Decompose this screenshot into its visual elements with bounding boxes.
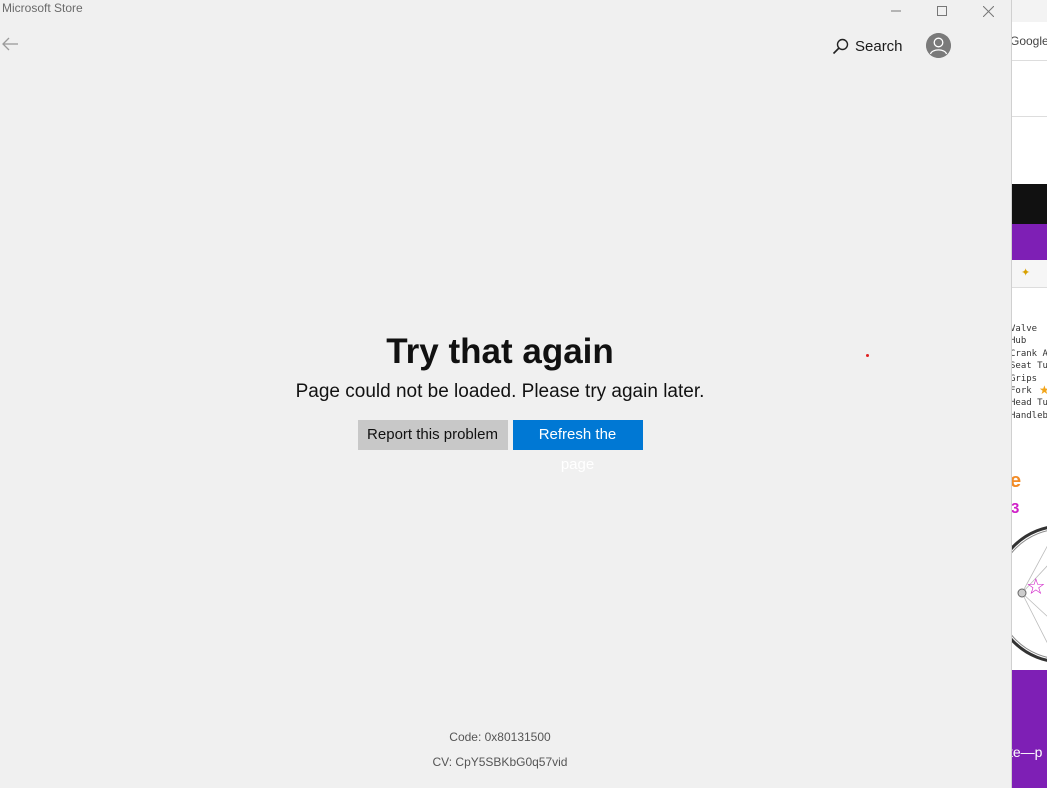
bg-star-icon: ✦ bbox=[1021, 267, 1031, 279]
bg-divider bbox=[1012, 60, 1047, 61]
error-panel: Try that again Page could not be loaded.… bbox=[0, 330, 1000, 473]
store-window: Microsoft Store Search Try that again Pa… bbox=[0, 0, 1011, 788]
minimize-icon bbox=[891, 10, 901, 12]
bg-magenta-star-icon: ☆ bbox=[1026, 574, 1046, 599]
refresh-page-button[interactable]: Refresh the page bbox=[512, 420, 643, 473]
app-title: Microsoft Store bbox=[2, 1, 83, 15]
title-bar[interactable]: Microsoft Store bbox=[0, 0, 1011, 22]
correlation-vector: CV: CpY5SBKbG0q57vid bbox=[432, 755, 568, 769]
bg-title-strip bbox=[1012, 0, 1047, 22]
bg-parts-list: Valve Hub Crank A Seat Tu Grips Fork Hea… bbox=[1011, 324, 1047, 421]
bg-divider-2 bbox=[1012, 116, 1047, 117]
error-actions: Report this problem Refresh the page bbox=[0, 420, 1000, 473]
close-icon bbox=[982, 5, 994, 17]
maximize-button[interactable] bbox=[919, 0, 965, 22]
arrow-left-icon bbox=[2, 37, 18, 51]
error-code: Code: 0x80131500 bbox=[449, 730, 551, 744]
bg-purple-bar bbox=[1012, 224, 1047, 260]
minimize-button[interactable] bbox=[873, 0, 919, 22]
bg-orange-glyph: e bbox=[1011, 470, 1022, 492]
error-title: Try that again bbox=[386, 332, 614, 371]
bg-orange-star-icon: ★ bbox=[1039, 383, 1047, 397]
bg-footer-text: te—p bbox=[1011, 744, 1043, 760]
bg-purple-footer bbox=[1012, 670, 1047, 788]
back-button[interactable] bbox=[0, 34, 20, 54]
background-browser-window[interactable]: Google ✦ Valve Hub Crank A Seat Tu Grips… bbox=[1011, 0, 1047, 788]
bg-black-bar bbox=[1012, 184, 1047, 224]
search-button[interactable]: Search bbox=[832, 34, 903, 58]
nav-bar: Search bbox=[0, 22, 1011, 68]
bg-magenta-glyph: 3 bbox=[1011, 500, 1020, 517]
error-message: Page could not be loaded. Please try aga… bbox=[295, 381, 705, 402]
account-button[interactable] bbox=[926, 33, 951, 58]
bg-bike-wheel-icon bbox=[1012, 526, 1047, 662]
bg-google-text: Google bbox=[1011, 34, 1047, 48]
window-controls bbox=[873, 0, 1011, 22]
close-button[interactable] bbox=[965, 0, 1011, 22]
maximize-icon bbox=[937, 6, 947, 16]
search-icon bbox=[832, 38, 849, 54]
report-problem-button[interactable]: Report this problem bbox=[357, 420, 508, 450]
account-icon bbox=[926, 33, 951, 58]
search-label: Search bbox=[855, 37, 903, 55]
error-codes: Code: 0x80131500 CV: CpY5SBKbG0q57vid bbox=[0, 725, 1000, 775]
